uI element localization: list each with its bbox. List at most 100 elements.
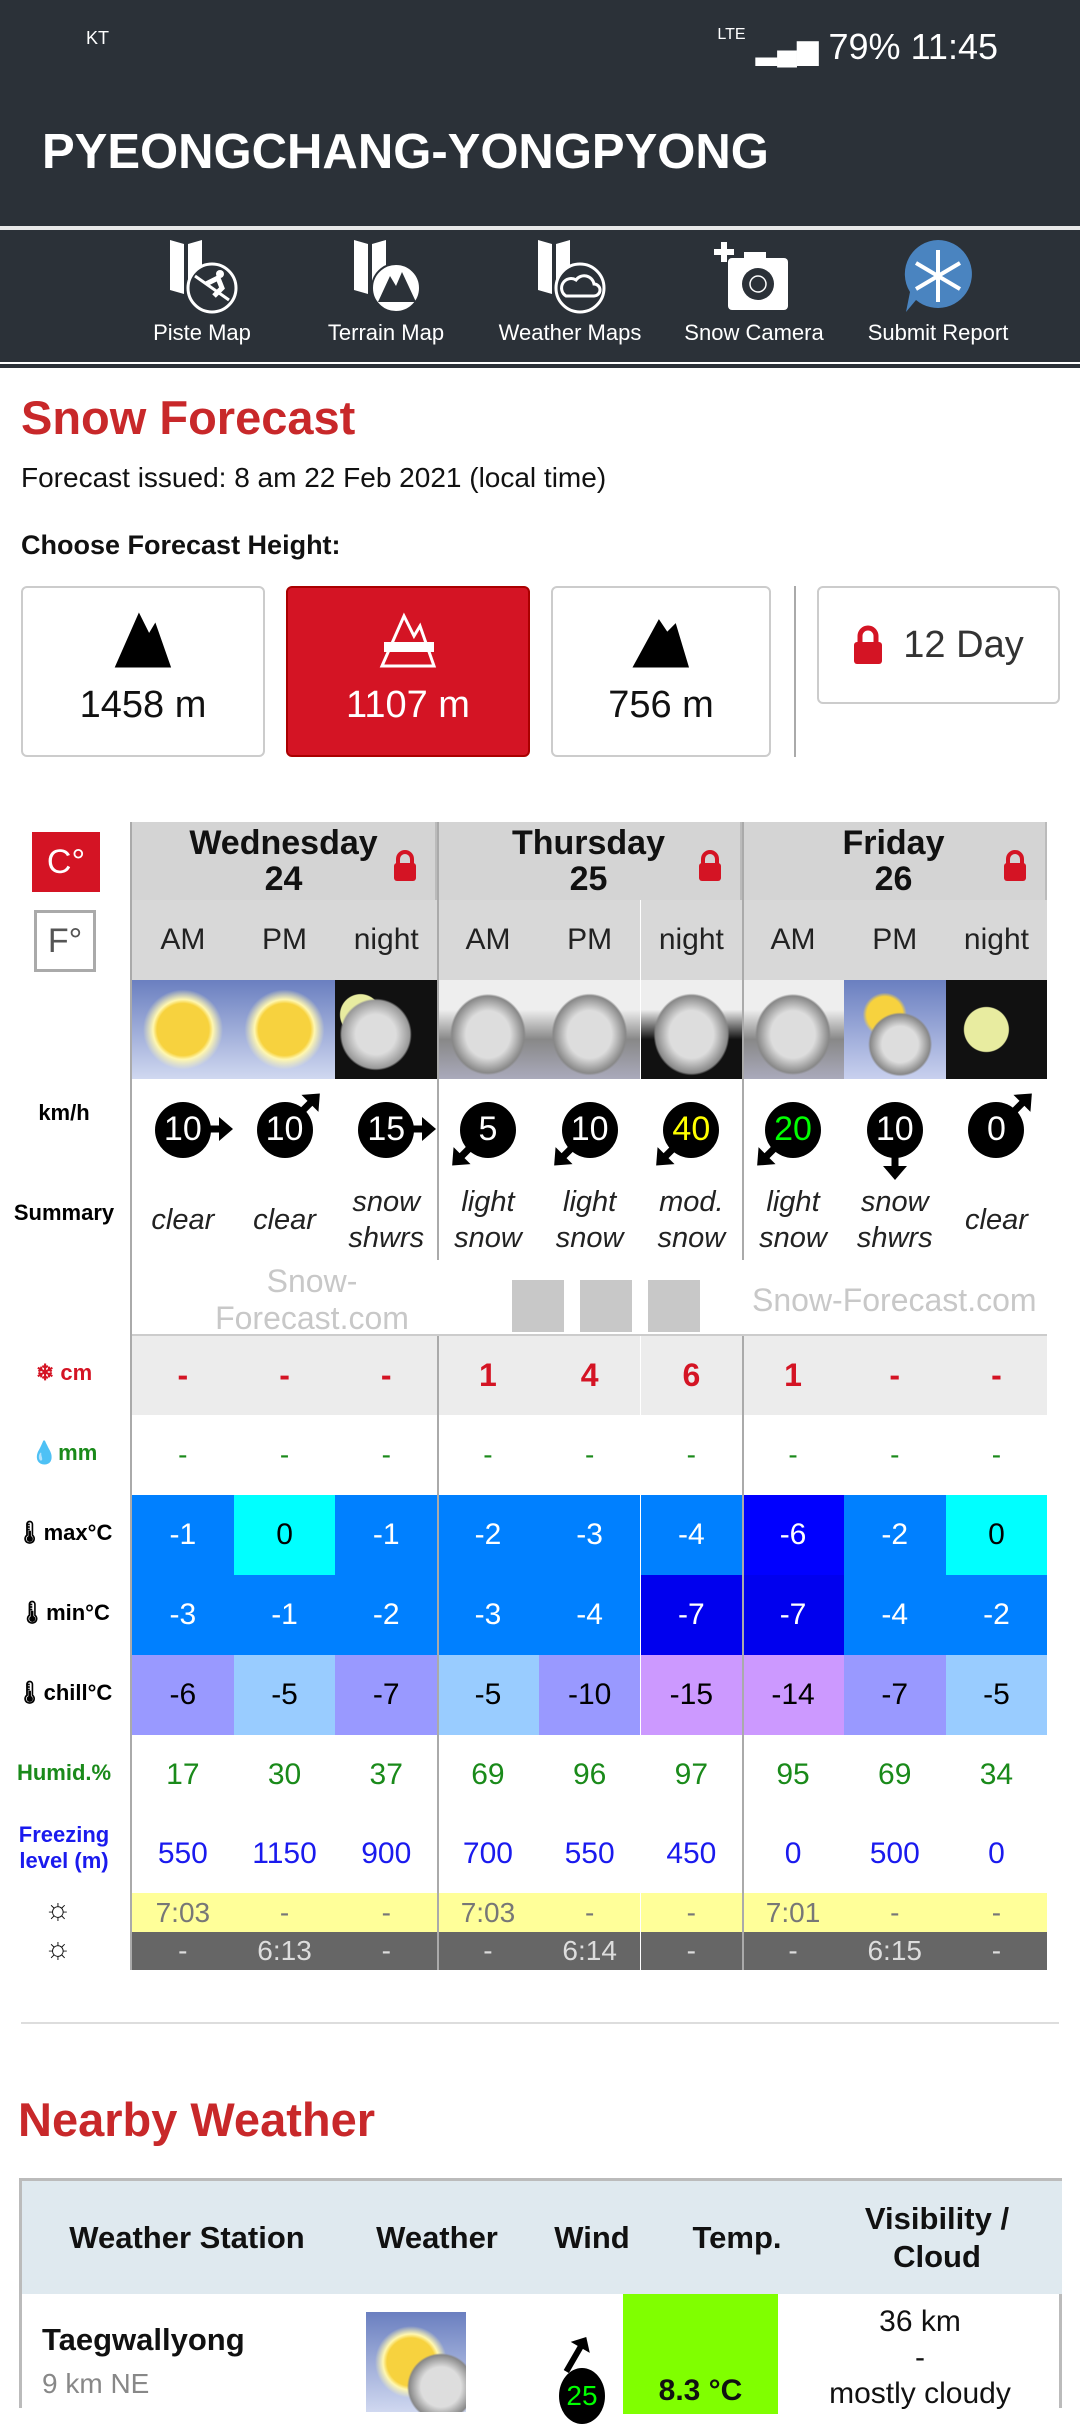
- sunset-time: 6:15: [843, 1932, 946, 1970]
- sunset-time: -: [132, 1932, 234, 1970]
- column-header: Wind: [554, 2219, 630, 2255]
- signal-icon: ▂▄▆: [755, 34, 819, 65]
- snow-cm: -: [132, 1336, 234, 1415]
- height-button-1107m[interactable]: 1107 m: [286, 586, 530, 757]
- height-button-756m[interactable]: 756 m: [551, 586, 771, 757]
- temperature: 8.3 °C: [623, 2294, 778, 2414]
- lock-icon[interactable]: [393, 850, 417, 889]
- height-label: 756 m: [608, 684, 714, 726]
- max-temp: -1: [335, 1495, 438, 1575]
- day-separator: [742, 822, 744, 1260]
- row-label-max: 🌡max°C: [15, 1520, 113, 1545]
- wind-chill: -7: [335, 1655, 438, 1735]
- divider: [132, 1334, 1047, 1336]
- wind-speed: 5: [459, 1101, 516, 1158]
- period-label: night: [945, 900, 1048, 980]
- weather-maps-icon: [530, 236, 610, 316]
- snow-camera-icon: [714, 236, 794, 316]
- row-label-humid: Humid.%: [16, 1760, 112, 1785]
- wind-speed: 10: [866, 1101, 923, 1158]
- humidity: 69: [878, 1758, 912, 1791]
- carrier-logo: KT: [86, 28, 110, 48]
- max-temp: -2: [437, 1495, 539, 1575]
- humidity: 95: [776, 1758, 810, 1791]
- freezing-level: 0: [784, 1837, 802, 1870]
- wind-cell: 10: [234, 1079, 336, 1180]
- lock-icon[interactable]: [1003, 850, 1027, 889]
- raindrop-icon: 💧: [30, 1440, 59, 1465]
- day-date: 24: [264, 860, 303, 898]
- height-button-1458m[interactable]: 1458 m: [21, 586, 265, 757]
- min-temp: -4: [843, 1575, 946, 1655]
- column-header: Weather Station: [69, 2219, 305, 2255]
- humidity: 37: [369, 1758, 403, 1791]
- cloud-cover: mostly cloudy: [829, 2377, 1011, 2410]
- height-label: 1458 m: [79, 684, 207, 726]
- fahrenheit-button[interactable]: F°: [34, 910, 96, 972]
- period-label: AM: [437, 900, 539, 980]
- thermometer-icon: 🌡: [18, 1600, 47, 1625]
- wind-speed: 10: [256, 1101, 313, 1158]
- sunset-time: -: [640, 1932, 743, 1970]
- lock-icon[interactable]: [698, 850, 722, 889]
- weather-summary: snow shwrs: [348, 1186, 425, 1254]
- max-temp: 0: [945, 1495, 1048, 1575]
- day-name: Thursday: [511, 824, 666, 862]
- station-name[interactable]: Taegwallyong: [42, 2322, 245, 2358]
- twelve-day-button[interactable]: 12 Day: [817, 586, 1060, 704]
- row-label-snow: ❄ cm: [35, 1360, 93, 1385]
- sunset-time: 6:13: [233, 1932, 336, 1970]
- nav-weather-maps[interactable]: Weather Maps: [478, 230, 662, 362]
- station-distance: 9 km NE: [42, 2368, 150, 2399]
- freezing-arrow-icon: [580, 1280, 632, 1332]
- day-separator: [437, 1336, 439, 1970]
- nav-piste-map[interactable]: Piste Map: [110, 230, 294, 362]
- nav-terrain-map[interactable]: Terrain Map: [294, 230, 478, 362]
- choose-height-label: Choose Forecast Height:: [21, 530, 341, 560]
- sunny-icon: [132, 980, 234, 1079]
- day-name: Wednesday: [189, 824, 378, 862]
- humidity: 69: [471, 1758, 505, 1791]
- nav-snow-camera[interactable]: Snow Camera: [662, 230, 846, 362]
- humidity: 96: [572, 1758, 607, 1791]
- station-cell[interactable]: Taegwallyong 9 km NE: [42, 2322, 245, 2400]
- humidity: 30: [267, 1758, 302, 1791]
- separator: -: [915, 2341, 925, 2374]
- piste-map-icon: [162, 236, 242, 316]
- sunrise-time: 7:03: [437, 1893, 539, 1932]
- weather-summary: clear: [151, 1204, 215, 1236]
- max-temp: -3: [538, 1495, 641, 1575]
- rain-mm: -: [584, 1439, 595, 1470]
- sunrise-time: 7:03: [132, 1893, 234, 1932]
- sunset-time: -: [437, 1932, 539, 1970]
- nav-label: Weather Maps: [498, 320, 642, 345]
- sunset-icon: ☼: [44, 1932, 72, 1965]
- weather-summary: clear: [965, 1204, 1028, 1236]
- humidity: 17: [166, 1758, 200, 1791]
- section-title: Snow Forecast: [21, 391, 356, 444]
- clock: 11:45: [910, 26, 998, 67]
- sunset-time: -: [742, 1932, 844, 1970]
- wind-speed: 40: [663, 1101, 720, 1158]
- min-temp: -3: [437, 1575, 539, 1655]
- nav-snowflake[interactable]: Submit Report: [846, 230, 1030, 362]
- forecast-issued: Forecast issued: 8 am 22 Feb 2021 (local…: [21, 462, 607, 493]
- sunrise-time: -: [640, 1893, 743, 1932]
- nearby-weather-table: Weather Station Weather Wind Temp. Visibilit…: [19, 2178, 1062, 2424]
- row-label-freezing: Freezing level (m): [18, 1822, 110, 1873]
- day-name: Friday: [842, 824, 945, 862]
- sunrise-time: -: [843, 1893, 946, 1932]
- column-header: Weather: [376, 2219, 498, 2255]
- weather-summary: snow shwrs: [856, 1186, 933, 1254]
- day-header: Friday 26: [742, 822, 1047, 900]
- sunset-time: -: [945, 1932, 1048, 1970]
- snow-cm: 1: [437, 1336, 539, 1415]
- sunrise-time: -: [945, 1893, 1048, 1932]
- celsius-button[interactable]: C°: [32, 832, 100, 892]
- divider: [21, 2022, 1059, 2024]
- row-label-summary: Summary: [13, 1200, 115, 1225]
- min-temp: -3: [132, 1575, 234, 1655]
- max-temp: -4: [640, 1495, 743, 1575]
- snowflake-icon: [648, 1280, 700, 1332]
- nav-bar: Piste Map Terrain Map Weather Maps Snow Cam…: [0, 230, 1080, 362]
